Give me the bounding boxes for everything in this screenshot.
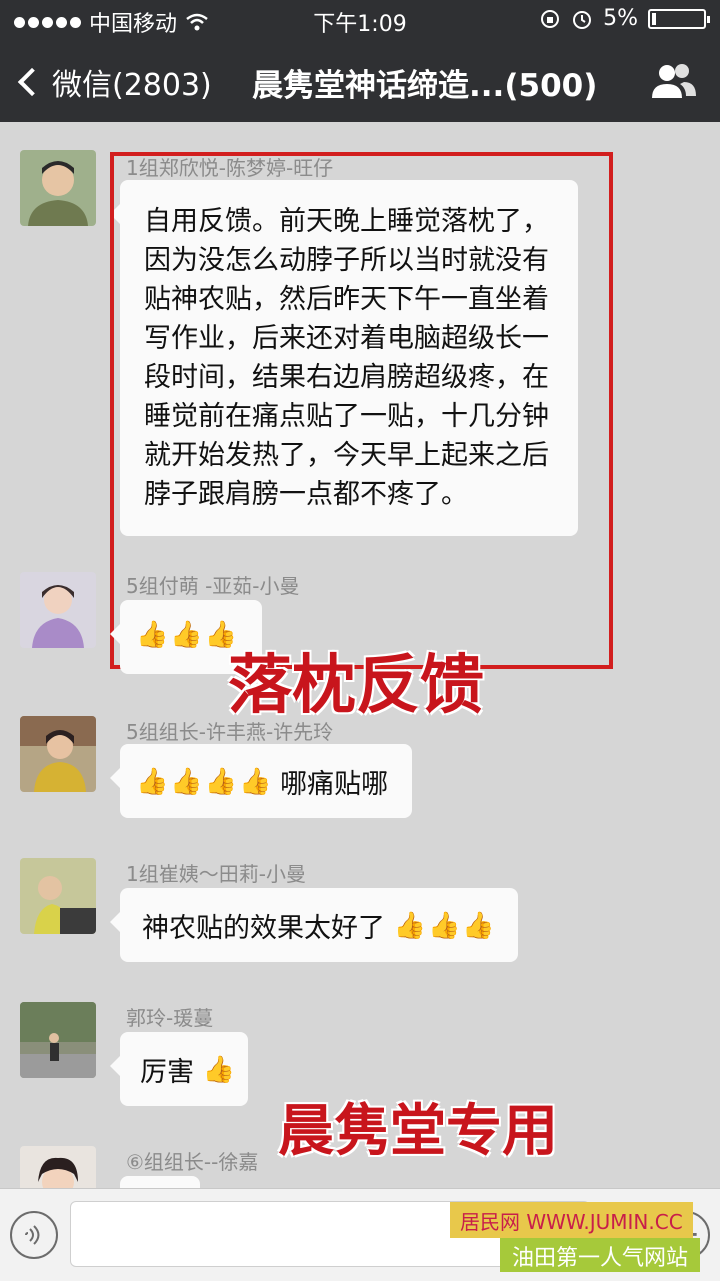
- thumbs-up-icon: 👍: [170, 619, 203, 650]
- thumbs-up-icon: 👍: [136, 766, 169, 797]
- thumbs-up-icon: 👍: [393, 910, 426, 941]
- alarm-icon: [573, 10, 592, 29]
- avatar[interactable]: [20, 572, 96, 648]
- thumbs-up-icon: 👍: [462, 910, 495, 941]
- battery-icon: [648, 8, 710, 29]
- message-bubble[interactable]: 神农贴的效果太好了 👍 👍 👍: [110, 888, 518, 962]
- nav-bar: 微信(2803) 晨隽堂神话缔造...(500): [0, 40, 720, 122]
- sender-name: 5组付萌 -亚茹-小曼: [126, 574, 300, 598]
- chat-title: 晨隽堂神话缔造...(500): [252, 68, 598, 104]
- group-members-icon[interactable]: [650, 62, 698, 100]
- chevron-left-icon: [17, 67, 47, 97]
- thumbs-up-icon: 👍: [239, 766, 272, 797]
- thumbs-up-icons: 👍 👍 👍: [136, 620, 237, 650]
- back-label: 微信(2803): [52, 68, 212, 103]
- watermark-line2: 油田第一人气网站: [500, 1238, 701, 1272]
- status-bar: 中国移动 下午1:09 5%: [0, 0, 720, 40]
- avatar[interactable]: [20, 150, 96, 226]
- avatar[interactable]: [20, 716, 96, 792]
- thumbs-up-icons: 👍 👍 👍 👍: [136, 767, 272, 797]
- status-right: 5%: [539, 6, 710, 31]
- watermark: 居民网 WWW.JUMIN.CC 油田第一人气网站: [450, 1202, 715, 1274]
- avatar[interactable]: [20, 1146, 96, 1188]
- message-text: 厉害: [140, 1057, 194, 1088]
- thumbs-up-icon: 👍: [427, 910, 461, 941]
- sender-name: ⑥组组长--徐嘉: [126, 1150, 259, 1174]
- message-text: 神农贴的效果太好了: [142, 913, 385, 944]
- avatar[interactable]: [20, 858, 96, 934]
- thumbs-up-icons: 👍: [203, 1055, 235, 1085]
- sender-name: 5组组长-许丰燕-许先玲: [126, 720, 334, 744]
- voice-icon: [25, 1225, 40, 1245]
- sender-name: 郭玲-瑗蔓: [126, 1006, 214, 1030]
- thumbs-up-icon: 👍: [170, 766, 203, 797]
- thumbs-up-icon: 👍: [136, 619, 169, 650]
- watermark-line1: 居民网 WWW.JUMIN.CC: [450, 1202, 693, 1238]
- sender-name: 1组崔姨～田莉-小曼: [126, 862, 306, 886]
- voice-button[interactable]: [10, 1211, 58, 1259]
- avatar[interactable]: [20, 1002, 96, 1078]
- message-bubble[interactable]: [120, 1176, 200, 1188]
- battery-percent: 5%: [603, 6, 638, 31]
- message-bubble[interactable]: 厉害 👍: [110, 1032, 248, 1106]
- chat-area[interactable]: 1组郑欣悦-陈梦婷-旺仔 自用反馈。前天晚上睡觉落枕了，因为没怎么动脖子所以当时…: [0, 122, 720, 1188]
- message-bubble[interactable]: 👍 👍 👍 👍 哪痛贴哪: [110, 744, 412, 818]
- rotation-lock-icon: [541, 9, 560, 28]
- thumbs-up-icon: 👍: [202, 1054, 235, 1085]
- overlay-caption-bottom: 晨隽堂专用: [278, 1099, 558, 1164]
- thumbs-up-icons: 👍 👍 👍: [394, 911, 495, 941]
- thumbs-up-icon: 👍: [204, 766, 238, 797]
- overlay-caption-top: 落枕反馈: [228, 649, 484, 723]
- message-text: 哪痛贴哪: [280, 769, 389, 800]
- back-button[interactable]: 微信(2803): [16, 60, 212, 104]
